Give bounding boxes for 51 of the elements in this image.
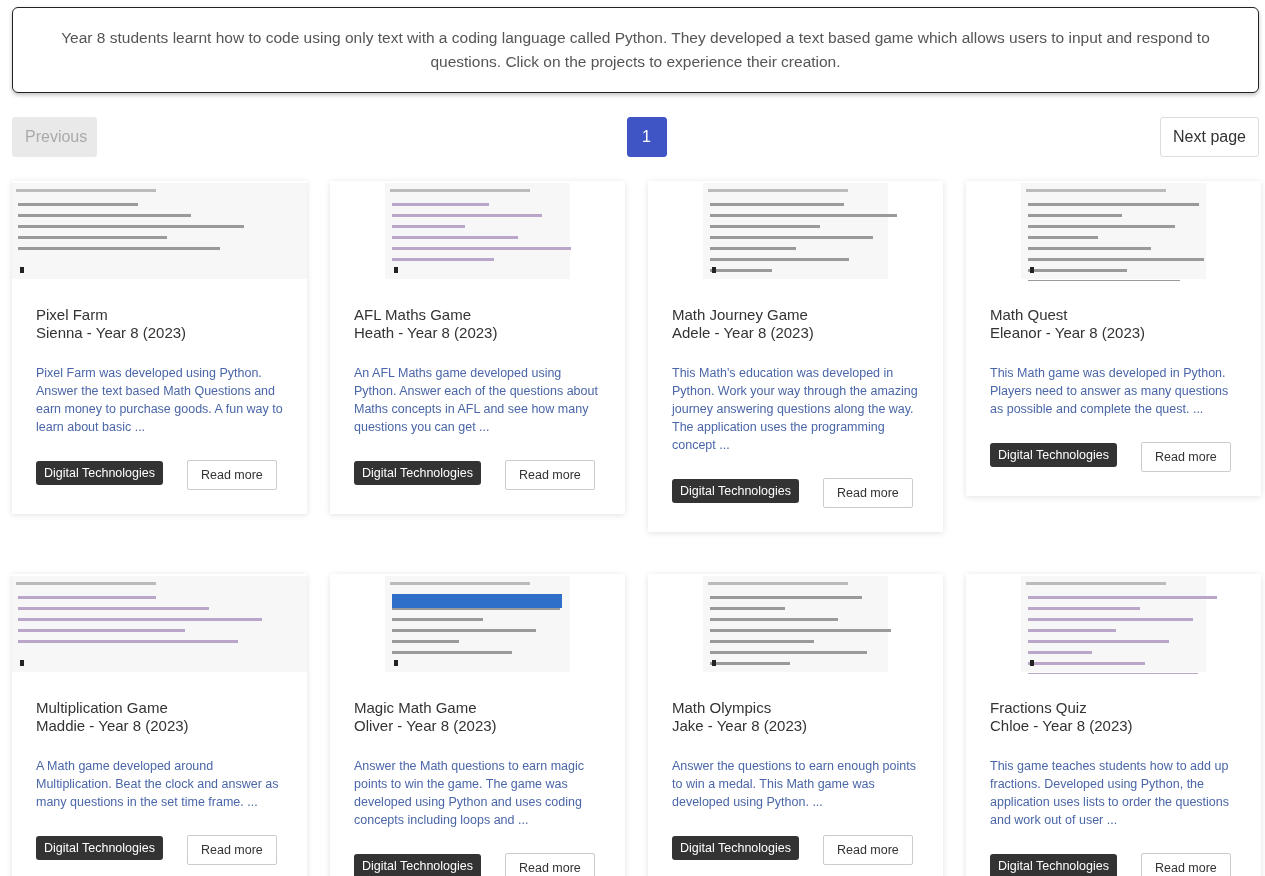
project-card[interactable]: Math Olympics Jake - Year 8 (2023) Answer the questions to earn enough points to win a medal. This Math game was developed using Python. ... Digital Technologies Read more (648, 574, 943, 876)
project-card[interactable] (12, 181, 307, 514)
read-more-button[interactable]: Read more (1140, 442, 1231, 472)
project-description: Answer the questions to earn enough points to win a medal. This Math game was developed using Python. ... (672, 758, 917, 811)
page-number-button[interactable]: 1 (626, 117, 667, 157)
next-page-button[interactable]: Next page (1160, 117, 1259, 157)
read-more-button[interactable]: Read more (1140, 853, 1231, 876)
project-author: Sienna - Year 8 (2023) (36, 324, 188, 342)
project-author: Chloe - Year 8 (2023) (990, 717, 1134, 735)
project-description: A Math game developed around Multiplication. Beat the clock and answer as many questions in the set time frame. ... (36, 758, 280, 811)
project-description: This Math's education was developed in Python. Work your way through the amazing journey answering questions along the way. The application uses the programming concept ... (672, 365, 919, 454)
category-tag: Digital Technologies (990, 854, 1117, 876)
read-more-button[interactable]: Read more (822, 835, 913, 865)
category-tag: Digital Technologies (990, 443, 1117, 467)
project-card[interactable] (648, 181, 943, 532)
project-author: Adele - Year 8 (2023) (672, 324, 815, 342)
project-title: Multiplication Game (36, 699, 169, 717)
category-tag: Digital Technologies (36, 461, 163, 485)
category-tag: Digital Technologies (672, 479, 799, 503)
project-author: Maddie - Year 8 (2023) (36, 717, 190, 735)
read-more-button[interactable]: Read more (504, 460, 595, 490)
read-more-button[interactable]: Read more (186, 460, 277, 490)
read-more-button[interactable]: Read more (186, 835, 277, 865)
category-tag: Digital Technologies (354, 854, 481, 876)
project-title: AFL Maths Game (354, 306, 472, 324)
project-description: This game teaches students how to add up fractions. Developed using Python, the application uses lists to order the questions and work out of user ... (990, 758, 1231, 829)
project-author: Oliver - Year 8 (2023) (354, 717, 498, 735)
project-card[interactable] (966, 574, 1261, 876)
project-title: Math Quest (990, 306, 1069, 324)
project-title: Math Olympics (672, 699, 773, 717)
project-description: An AFL Maths game developed using Python. Answer each of the questions about Maths concepts in AFL and see how many questions you can get ... (354, 365, 599, 436)
project-title: Fractions Quiz (990, 699, 1088, 717)
project-card[interactable]: Multiplication Game Maddie - Year 8 (2023) A Math game developed around Multiplication. Beat the clock and answer as many questions in the set time frame. ... Digital Technologies Read more (12, 574, 307, 876)
project-description: Pixel Farm was developed using Python. Answer the text based Math Questions and earn money to purchase goods. A fun way to learn about basic ... (36, 365, 283, 436)
category-tag: Digital Technologies (354, 461, 481, 485)
read-more-button[interactable]: Read more (504, 853, 595, 876)
project-card[interactable] (330, 181, 625, 514)
category-tag: Digital Technologies (36, 836, 163, 860)
project-author: Jake - Year 8 (2023) (672, 717, 809, 735)
project-card[interactable] (330, 574, 625, 876)
category-tag: Digital Technologies (672, 836, 799, 860)
project-title: Math Journey Game (672, 306, 809, 324)
read-more-button[interactable]: Read more (822, 478, 913, 508)
project-title: Pixel Farm (36, 306, 109, 324)
intro-text: Year 8 students learnt how to code using only text with a coding language called Python. They developed a text based game which allows users to input and respond to questions. Click on the projects to experience their creation. (60, 28, 1211, 72)
project-title: Magic Math Game (354, 699, 478, 717)
project-description: Answer the Math questions to earn magic points to win the game. The game was developed using Python and uses coding concepts including loops and ... (354, 758, 585, 829)
project-card[interactable]: Math Quest Eleanor - Year 8 (2023) This Math game was developed in Python. Players need to answer as many questions as possible and complete the quest. ... Digital Technologies Read more (966, 181, 1261, 496)
project-author: Heath - Year 8 (2023) (354, 324, 499, 342)
project-author: Eleanor - Year 8 (2023) (990, 324, 1147, 342)
project-description: This Math game was developed in Python. Players need to answer as many questions as possible and complete the quest. ... (990, 365, 1230, 418)
